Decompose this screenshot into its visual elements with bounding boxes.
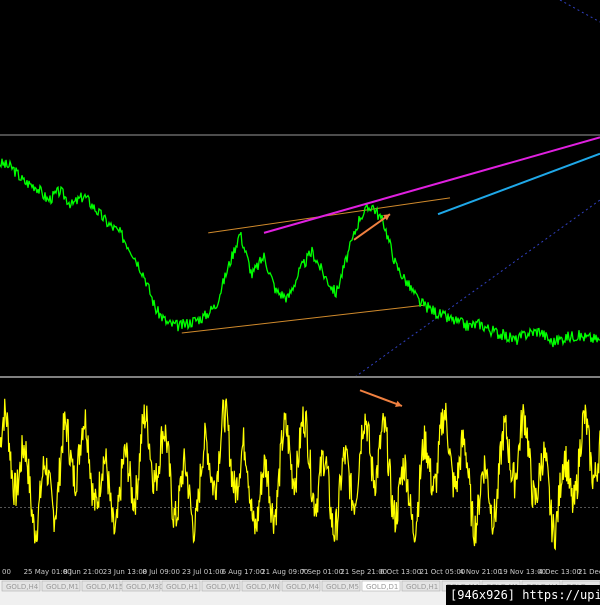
time-tick-label: 8 Jun 21:00 [63, 568, 103, 576]
symbol-tab-label: GOLD,H1 [166, 583, 198, 591]
watermark-text: [946x926] https://upic.me/ [450, 588, 600, 602]
time-tick-label: 7 Sep 01:00 [301, 568, 343, 576]
symbol-tab-label: GOLD,M5 [326, 583, 359, 591]
symbol-tab[interactable]: GOLD,M5 [321, 580, 361, 592]
symbol-tab-label: GOLD,W1 [206, 583, 240, 591]
time-tick-label: 23 Jul 01:00 [182, 568, 224, 576]
symbol-tab-label: GOLD,M30 [126, 583, 163, 591]
symbol-tab[interactable]: GOLD,H1 [401, 580, 441, 592]
symbol-tab[interactable]: GOLD,MN [241, 580, 281, 592]
symbol-tab-label: GOLD,M1 [46, 583, 79, 591]
symbol-tab[interactable]: GOLD,M15 [81, 580, 123, 592]
symbol-tab[interactable]: GOLD,M4 [281, 580, 321, 592]
symbol-tab[interactable]: GOLD,D1 [361, 580, 401, 592]
symbol-tab-label: GOLD,H4 [6, 583, 39, 591]
symbol-tab[interactable]: GOLD,H1 [161, 580, 201, 592]
time-tick-label: 4 Dec 13:00 [538, 568, 581, 576]
symbol-tab-label: GOLD,H1 [406, 583, 438, 591]
time-tick-label: 6 Aug 17:00 [222, 568, 265, 576]
chart-canvas: 00 25 May 01:008 Jun 21:00 23 Jun 13:008 J… [0, 0, 600, 605]
symbol-tab-label: GOLD,M15 [86, 583, 123, 591]
symbol-tab[interactable]: GOLD,M1 [41, 580, 81, 592]
symbol-tab-label: GOLD,M4 [286, 583, 319, 591]
symbol-tab[interactable]: GOLD,W1 [201, 580, 241, 592]
time-tick-label: 23 Jun 13:00 [103, 568, 147, 576]
time-axis: 00 25 May 01:008 Jun 21:00 23 Jun 13:008 J… [2, 568, 600, 576]
time-tick-label: 6 Oct 13:00 [380, 568, 421, 576]
time-tick-label: 00 [2, 568, 11, 576]
symbol-tab[interactable]: GOLD,H4 [1, 580, 41, 592]
time-tick-label: 4 Nov 21:00 [459, 568, 502, 576]
time-tick-label: 21 Dec [578, 568, 600, 576]
symbol-tab-label: GOLD,D1 [366, 583, 398, 591]
chart-background [0, 0, 600, 605]
time-tick-label: 8 Jul 09:00 [142, 568, 180, 576]
symbol-tab[interactable]: GOLD,M30 [121, 580, 163, 592]
symbol-tab-label: GOLD,MN [246, 583, 280, 591]
